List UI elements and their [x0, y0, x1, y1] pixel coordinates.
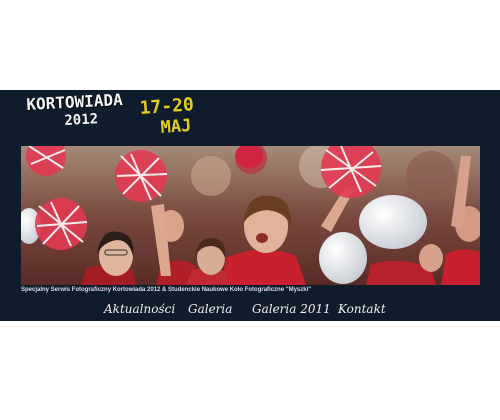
- main-nav: Aktualności Galeria Galeria 2011 Kontakt: [0, 299, 500, 321]
- nav-item-kontakt[interactable]: Kontakt: [338, 302, 386, 316]
- logo-year: 2012: [64, 111, 99, 129]
- logo-month: MAJ: [160, 115, 193, 138]
- nav-item-galeria-2011[interactable]: Galeria 2011: [252, 302, 331, 316]
- photo-caption: Specjalny Serwis Fotograficzny Kortowiad…: [21, 287, 312, 293]
- crowd-photo-image: [21, 146, 480, 285]
- logo-event-name: KORTOWIADA: [26, 89, 124, 114]
- nav-item-galeria[interactable]: Galeria: [188, 302, 232, 316]
- site-logo[interactable]: KORTOWIADA 2012 17-20 MAJ: [24, 90, 224, 142]
- site-banner: KORTOWIADA 2012 17-20 MAJ Specjalny Serw…: [0, 90, 500, 321]
- header-photo: [21, 146, 480, 285]
- nav-item-aktualnosci[interactable]: Aktualności: [104, 302, 175, 316]
